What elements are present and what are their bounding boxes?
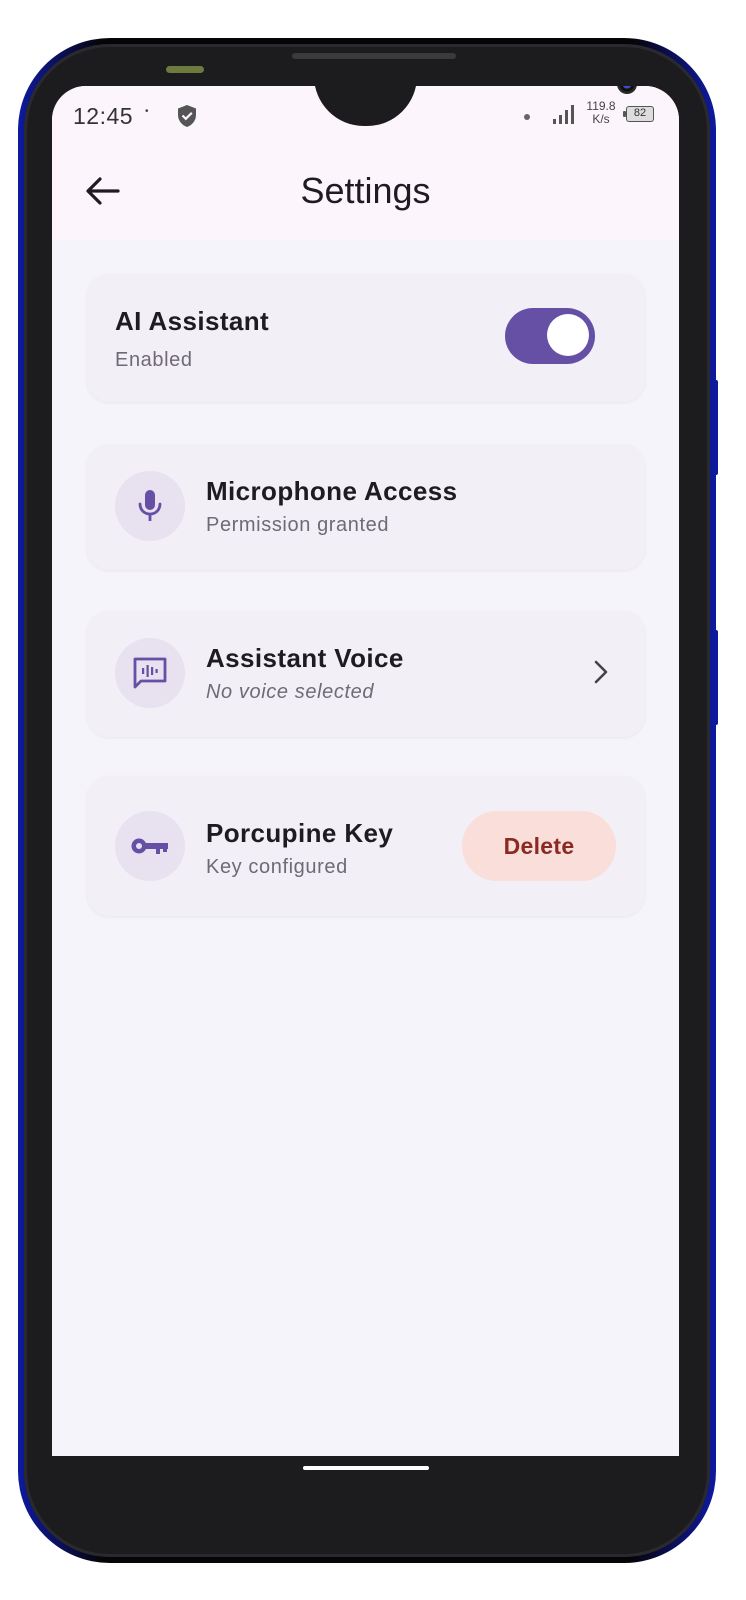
status-time: 12:45 [73,103,134,129]
microphone-access-status: Permission granted [206,514,390,536]
microphone-icon-container [115,471,185,541]
chevron-right-icon [594,660,608,684]
voice-icon-container [115,638,185,708]
network-speed-unit: K/s [592,112,610,126]
assistant-voice-status: No voice selected [206,681,375,703]
assistant-voice-title: Assistant Voice [206,643,404,673]
volume-button [712,380,718,475]
battery-level: 82 [633,107,647,119]
power-button [712,630,718,725]
ai-assistant-title: AI Assistant [115,306,270,336]
network-speed: 119.8 K/s [580,100,622,126]
ai-assistant-card: AI Assistant Enabled [87,274,645,402]
earpiece-speaker [292,53,456,59]
screen: 12:45 • 119.8 K/s 82 Settings AI Assista… [52,86,679,1456]
front-camera [617,86,637,94]
voice-chat-icon [133,657,167,689]
porcupine-key-title: Porcupine Key [206,818,394,848]
signal-icon [553,105,574,124]
ai-assistant-status: Enabled [115,349,193,371]
app-bar: 12:45 • 119.8 K/s 82 Settings [52,86,679,240]
camera-notch [314,86,637,126]
notification-dot-icon [524,114,530,120]
page-title: Settings [300,170,431,211]
status-indicator: • [145,106,149,117]
key-icon-container [115,811,185,881]
key-icon [131,838,168,854]
delete-key-button[interactable]: Delete [462,811,616,881]
microphone-access-title: Microphone Access [206,476,458,506]
battery-icon: 82 [626,106,654,122]
toggle-knob [547,314,589,356]
shield-icon [178,105,196,127]
microphone-access-card: Microphone Access Permission granted [87,444,645,570]
porcupine-key-card: Porcupine Key Key configured Delete [87,776,645,916]
proximity-sensor [166,66,204,73]
home-indicator[interactable] [303,1466,429,1470]
porcupine-key-status: Key configured [206,856,348,878]
mic-icon [138,490,162,521]
ai-assistant-toggle[interactable] [505,308,595,364]
assistant-voice-card[interactable]: Assistant Voice No voice selected [87,611,645,737]
